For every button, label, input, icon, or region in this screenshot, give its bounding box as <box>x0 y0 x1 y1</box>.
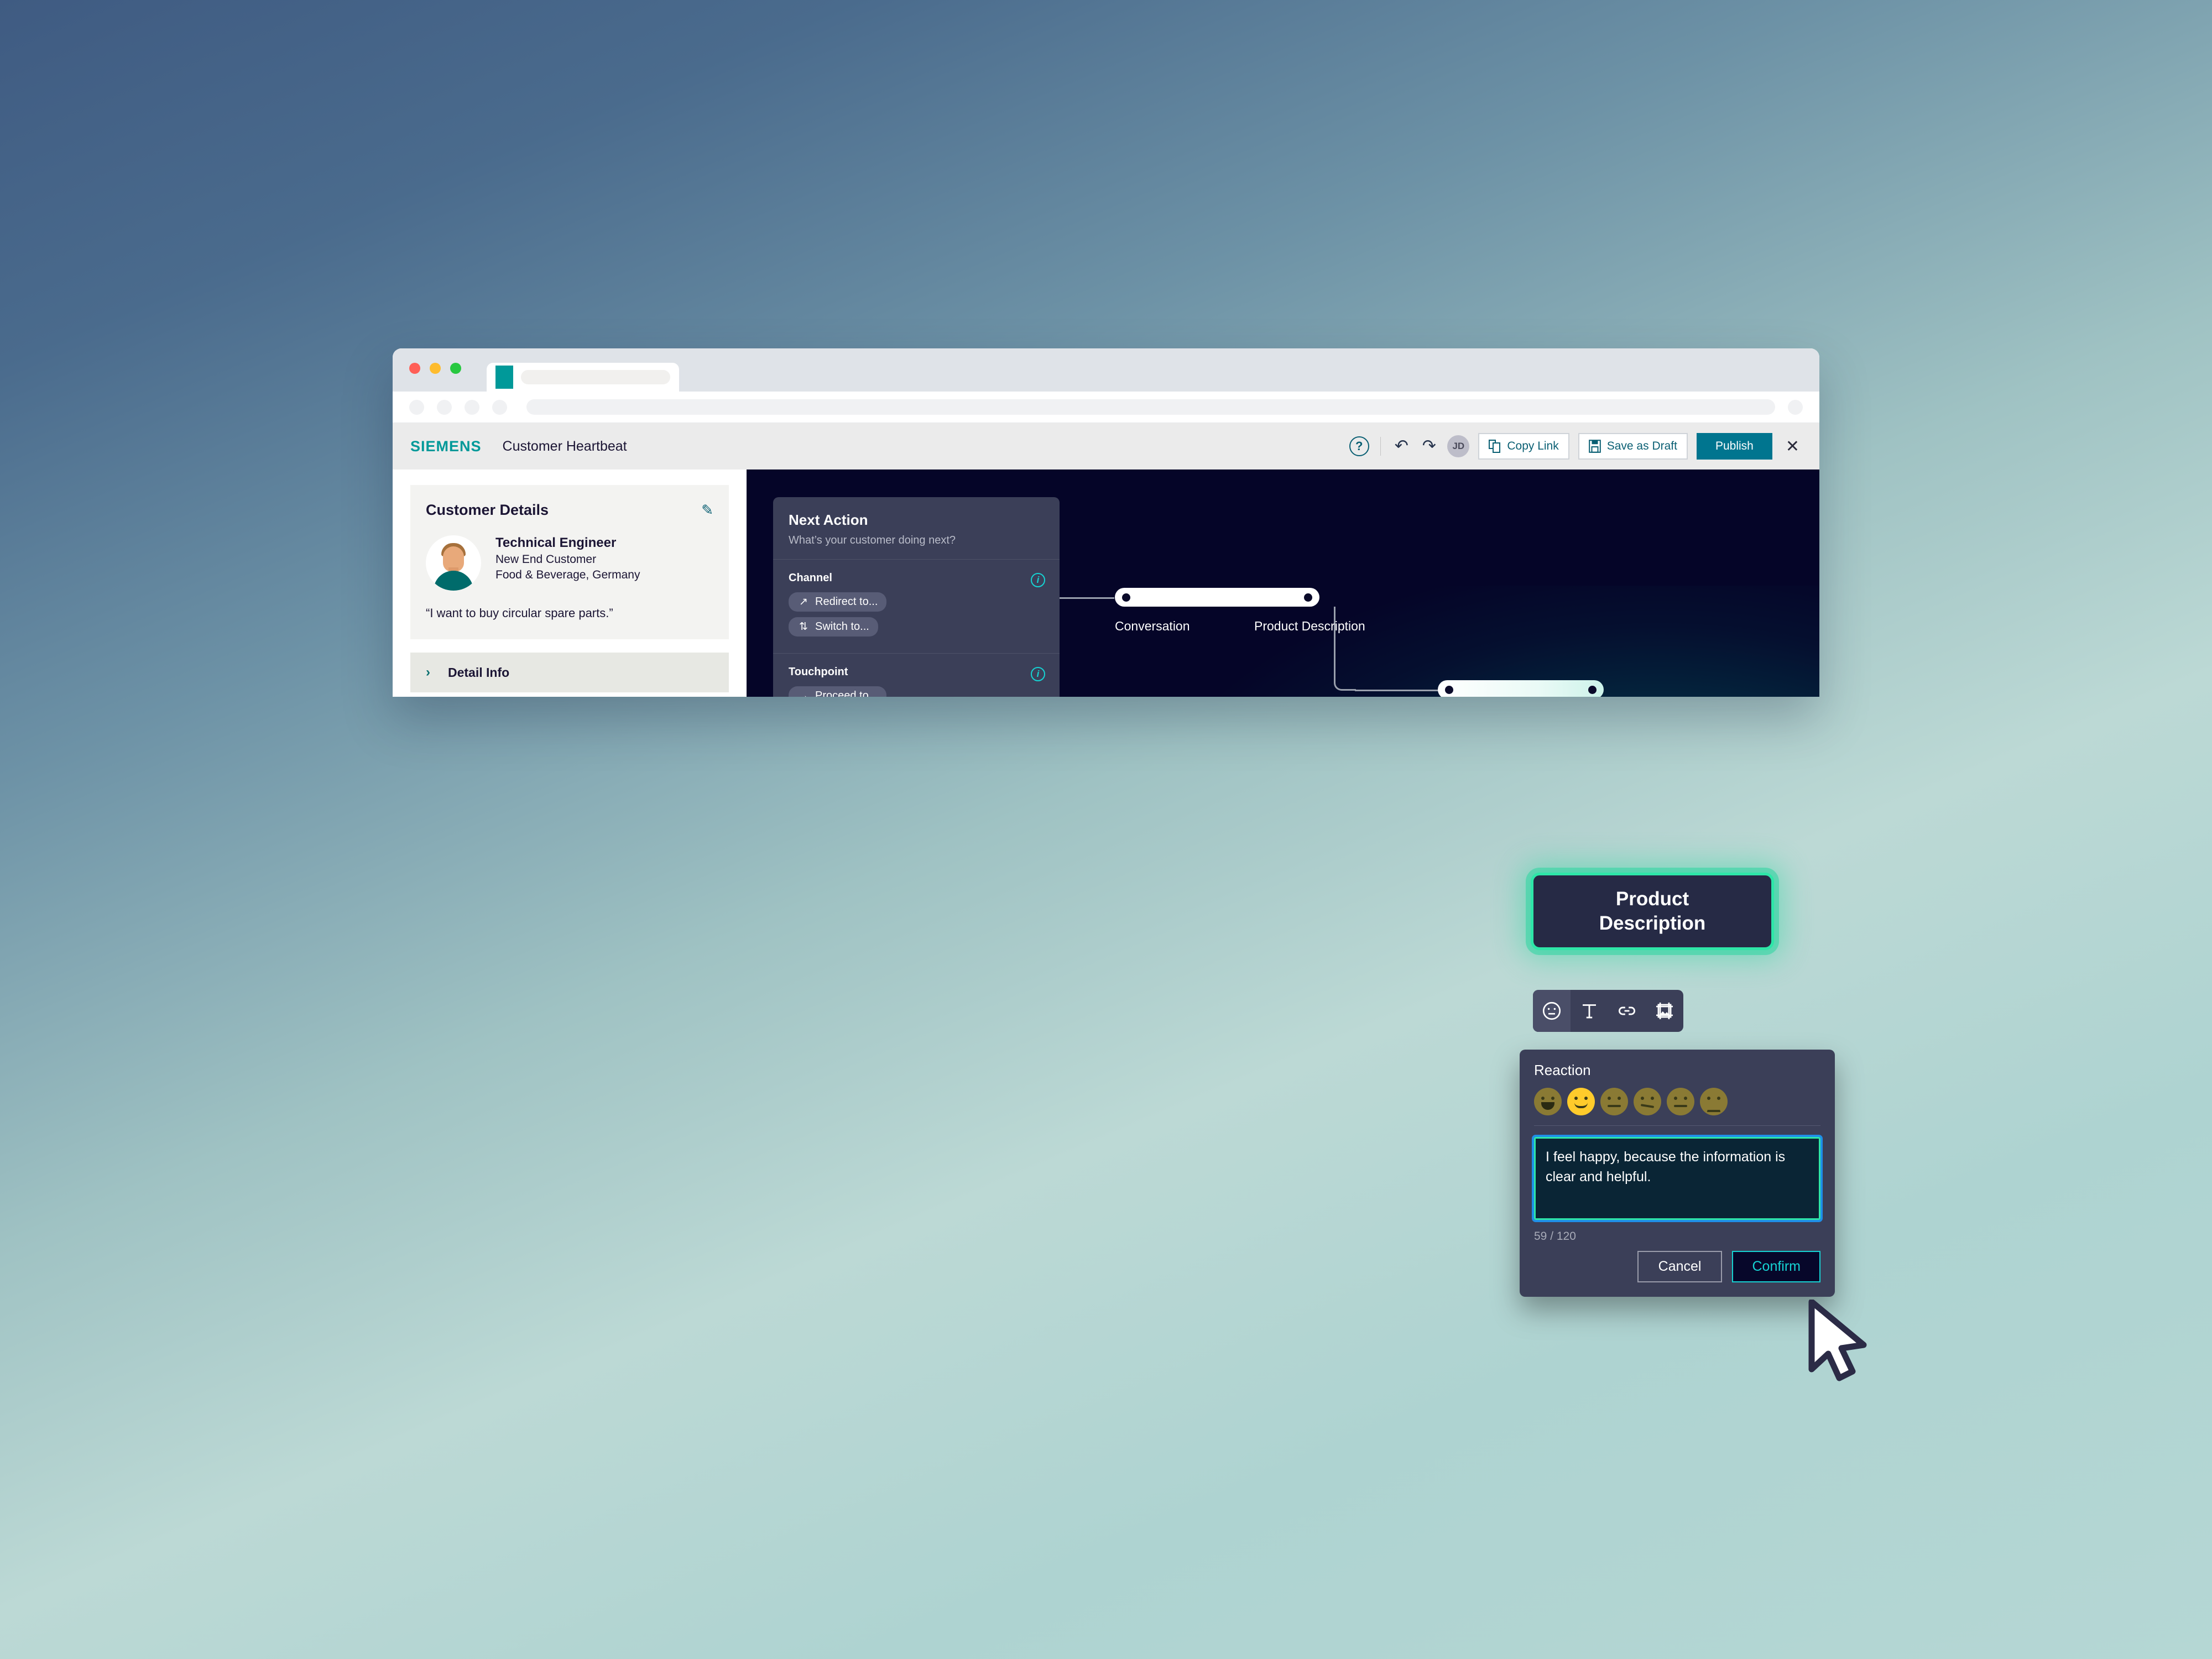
browser-window: SIEMENS Customer Heartbeat ? ↶ ↷ JD Copy… <box>393 348 1819 697</box>
product-description-card[interactable]: Product Description <box>1531 873 1774 950</box>
browser-url-bar <box>393 392 1819 422</box>
chip-proceed-to[interactable]: → Proceed to... <box>789 686 887 697</box>
publish-button[interactable]: Publish <box>1696 433 1772 460</box>
emoji-grin[interactable] <box>1534 1088 1562 1115</box>
copy-link-button[interactable]: Copy Link <box>1478 433 1569 460</box>
node-port-left[interactable] <box>1122 593 1130 602</box>
minimize-window-dot[interactable] <box>430 363 441 374</box>
save-draft-label: Save as Draft <box>1606 440 1677 452</box>
reaction-panel: Reaction I feel happy, because the infor… <box>1520 1050 1835 1297</box>
reaction-title: Reaction <box>1534 1062 1591 1078</box>
switch-icon: ⇅ <box>799 621 808 633</box>
node-conversation[interactable] <box>1115 588 1319 607</box>
emoji-rating-row <box>1534 1088 1820 1126</box>
character-counter: 59 / 120 <box>1534 1230 1576 1243</box>
emoji-confounded[interactable] <box>1667 1088 1694 1115</box>
back-icon[interactable] <box>409 399 424 415</box>
address-input[interactable] <box>526 399 1775 415</box>
header-divider <box>1380 437 1381 456</box>
product-description-card-label: Product Description <box>1599 888 1706 934</box>
info-icon[interactable]: i <box>1031 573 1045 587</box>
sidebar: Customer Details ✎ Technical Engineer Ne… <box>393 469 747 697</box>
help-icon[interactable]: ? <box>1349 436 1369 456</box>
link-icon[interactable] <box>1608 990 1646 1032</box>
reload-icon[interactable] <box>465 399 479 415</box>
avatar-body <box>434 571 473 591</box>
close-window-dot[interactable] <box>409 363 420 374</box>
text-icon[interactable] <box>1571 990 1608 1032</box>
emoji-neutral[interactable] <box>1600 1088 1628 1115</box>
reaction-actions: Cancel Confirm <box>1534 1251 1820 1282</box>
save-icon <box>1588 440 1601 453</box>
tab-title-placeholder <box>521 370 670 384</box>
journey-canvas[interactable]: Conversation Product Description Home Pa… <box>747 469 1819 697</box>
avatar[interactable]: JD <box>1447 435 1470 457</box>
node-label-product-description: Product Description <box>1254 619 1365 633</box>
external-link-icon: ↗ <box>799 596 808 608</box>
section-label: Touchpoint <box>789 666 848 678</box>
image-icon[interactable] <box>1646 990 1683 1032</box>
sidebar-item-detail-info[interactable]: › Detail Info <box>410 653 729 692</box>
chevron-right-icon: › <box>426 665 430 680</box>
node-home-page[interactable] <box>1438 680 1604 697</box>
home-icon[interactable] <box>492 399 507 415</box>
customer-details-card: Customer Details ✎ Technical Engineer Ne… <box>410 485 729 639</box>
next-action-subtitle: What’s your customer doing next? <box>789 534 956 546</box>
undo-icon[interactable]: ↶ <box>1392 438 1411 455</box>
siemens-logo: SIEMENS <box>410 437 482 455</box>
profile-icon[interactable] <box>1788 399 1803 415</box>
next-action-title: Next Action <box>789 512 868 528</box>
copy-link-label: Copy Link <box>1507 440 1559 452</box>
redo-icon[interactable]: ↷ <box>1420 438 1438 455</box>
browser-tab-strip <box>393 348 1819 392</box>
section-touchpoint: Touchpoint i →Proceed to... ↰Return to..… <box>773 653 1060 697</box>
customer-quote: “I want to buy circular spare parts.” <box>426 606 613 620</box>
reaction-textarea[interactable]: I feel happy, because the information is… <box>1532 1135 1823 1222</box>
customer-role: Technical Engineer <box>495 535 617 550</box>
next-action-panel: Next Action What’s your customer doing n… <box>773 497 1060 697</box>
customer-industry: Food & Beverage, Germany <box>495 568 640 581</box>
chip-label: Proceed to... <box>815 690 878 697</box>
section-label: Channel <box>789 572 832 584</box>
node-port-right[interactable] <box>1588 685 1597 694</box>
maximize-window-dot[interactable] <box>450 363 461 374</box>
customer-segment: New End Customer <box>495 553 597 566</box>
section-channel: Channel i ↗ Redirect to... ⇅ Switch to... <box>773 560 1060 653</box>
app-header: SIEMENS Customer Heartbeat ? ↶ ↷ JD Copy… <box>393 423 1819 469</box>
close-icon[interactable]: ✕ <box>1781 437 1804 456</box>
tab-favicon <box>495 366 513 389</box>
next-action-header: Next Action What’s your customer doing n… <box>773 497 1060 560</box>
save-draft-button[interactable]: Save as Draft <box>1578 433 1688 460</box>
forward-icon[interactable] <box>437 399 452 415</box>
cancel-button[interactable]: Cancel <box>1637 1251 1723 1282</box>
chip-label: Switch to... <box>815 620 869 633</box>
page-title: Customer Heartbeat <box>502 438 627 454</box>
emoji-smile[interactable] <box>1567 1088 1595 1115</box>
window-controls[interactable] <box>409 363 461 374</box>
customer-details-heading: Customer Details <box>426 502 549 518</box>
detail-info-label: Detail Info <box>448 665 510 680</box>
publish-label: Publish <box>1715 440 1754 452</box>
element-toolbar <box>1533 990 1683 1032</box>
node-port-left[interactable] <box>1445 685 1453 694</box>
header-actions: ? ↶ ↷ JD Copy Link Save as Draft Publish… <box>1349 433 1804 460</box>
chip-redirect-to[interactable]: ↗ Redirect to... <box>789 592 887 612</box>
emoji-slight-frown[interactable] <box>1634 1088 1661 1115</box>
arrow-right-icon: → <box>798 690 809 697</box>
customer-avatar <box>426 535 481 591</box>
edge-to-home-page <box>1355 690 1441 691</box>
browser-tab[interactable] <box>487 363 679 392</box>
mouse-cursor <box>1808 1300 1867 1381</box>
confirm-button[interactable]: Confirm <box>1732 1251 1820 1282</box>
chip-label: Redirect to... <box>815 596 878 608</box>
emoji-icon[interactable] <box>1533 990 1571 1032</box>
chip-switch-to[interactable]: ⇅ Switch to... <box>789 617 878 637</box>
node-label-conversation: Conversation <box>1115 619 1190 633</box>
node-port-right[interactable] <box>1304 593 1312 602</box>
emoji-sad[interactable] <box>1700 1088 1728 1115</box>
info-icon[interactable]: i <box>1031 667 1045 681</box>
copy-icon <box>1489 440 1501 453</box>
app-body: Customer Details ✎ Technical Engineer Ne… <box>393 469 1819 697</box>
edit-pencil-icon[interactable]: ✎ <box>701 502 713 519</box>
